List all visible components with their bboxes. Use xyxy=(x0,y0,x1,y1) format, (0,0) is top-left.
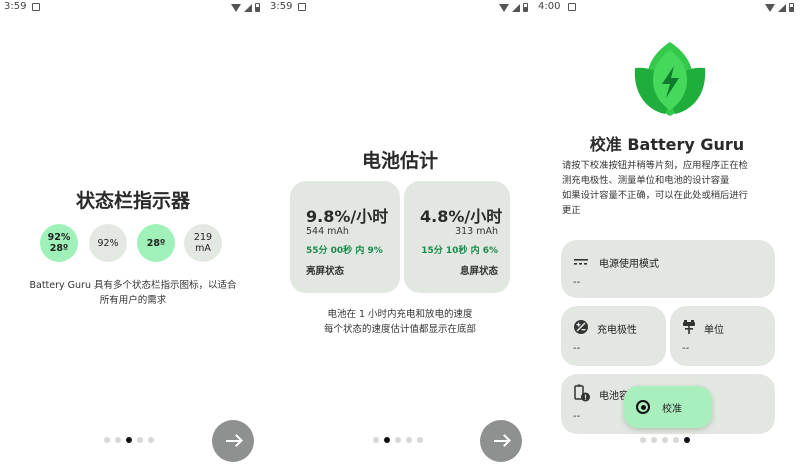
power-mode-icon xyxy=(574,259,588,265)
description-line: 每个状态的速度估计值都显示在底部 xyxy=(323,324,476,335)
page-dot xyxy=(137,437,143,443)
polarity-icon xyxy=(574,320,588,334)
status-bar: 3:59 xyxy=(266,0,534,16)
tile-label: 电源使用模式 xyxy=(599,259,659,270)
signal-icon xyxy=(244,3,252,12)
page-indicator xyxy=(373,437,423,443)
page-description: 请按下校准按钮并稍等片刻，应用程序正在检 测充电极性、测量单位和电池的设计容量 … xyxy=(562,158,788,218)
notification-icon xyxy=(298,3,306,11)
mah-value: 313 mAh xyxy=(455,226,498,237)
arrow-right-icon xyxy=(226,440,240,442)
tile-value: -- xyxy=(573,343,581,354)
page-dot xyxy=(417,437,423,443)
page-indicator xyxy=(104,437,154,443)
status-time: 4:00 xyxy=(538,1,561,12)
page-dot xyxy=(115,437,121,443)
next-button[interactable] xyxy=(480,420,522,462)
unit-icon xyxy=(683,320,695,334)
description-line: 如果设计容量不正确，可以在此处或稍后进行 xyxy=(562,190,748,201)
status-time: 3:59 xyxy=(270,1,293,12)
state-label: 息屏状态 xyxy=(459,266,498,277)
onboarding-screen-status-bar: 3:59 状态栏指示器 92% 28º 92% 28º 219 mA Batte… xyxy=(0,0,266,469)
page-description: 电池在 1 小时内充电和放电的速度 每个状态的速度估计值都显示在底部 xyxy=(276,307,524,337)
indicator-temp: 28º xyxy=(137,224,175,262)
tile-value: -- xyxy=(573,411,581,422)
battery-guru-logo xyxy=(634,42,706,116)
tile-power-mode[interactable]: 电源使用模式 -- xyxy=(561,240,775,298)
page-dot xyxy=(640,437,646,443)
page-dot xyxy=(662,437,668,443)
description-line: Battery Guru 具有多个状态栏指示图标，以适合 xyxy=(29,280,237,291)
tile-label: 充电极性 xyxy=(597,325,637,336)
page-dot xyxy=(148,437,154,443)
page-description: Battery Guru 具有多个状态栏指示图标，以适合 所有用户的需求 xyxy=(10,278,256,308)
page-title: 状态栏指示器 xyxy=(75,190,190,212)
tile-value: -- xyxy=(682,343,690,354)
signal-icon xyxy=(778,3,786,12)
battery-icon xyxy=(789,3,794,12)
status-bar: 3:59 xyxy=(0,0,266,16)
notification-icon xyxy=(568,3,576,11)
page-dot xyxy=(104,437,110,443)
battery-capacity-icon xyxy=(574,384,590,402)
calibrate-label: 校准 xyxy=(662,403,682,415)
indicator-line: 28º xyxy=(49,243,69,254)
description-line: 请按下校准按钮并稍等片刻，应用程序正在检 xyxy=(562,160,748,171)
discharge-rate: 9.8%/小时 xyxy=(306,207,389,226)
wifi-icon xyxy=(499,3,509,12)
page-dot xyxy=(673,437,679,443)
target-icon xyxy=(636,400,650,414)
calibrate-button[interactable]: 校准 xyxy=(624,386,712,428)
state-label: 亮屏状态 xyxy=(306,266,345,277)
indicator-line: 28º xyxy=(146,237,166,249)
battery-icon xyxy=(255,3,260,12)
battery-icon xyxy=(523,3,528,12)
tile-label: 单位 xyxy=(704,325,724,336)
duration-value: 55分 00秒 内 9% xyxy=(306,246,383,256)
mah-value: 544 mAh xyxy=(306,226,349,237)
tile-value: -- xyxy=(573,277,581,288)
indicator-line: 219 xyxy=(193,232,213,243)
description-line: 电池在 1 小时内充电和放电的速度 xyxy=(327,309,473,320)
page-indicator xyxy=(640,437,690,443)
indicator-line: mA xyxy=(195,243,211,254)
indicator-percent: 92% xyxy=(89,224,127,262)
description-line: 测充电极性、测量单位和电池的设计容量 xyxy=(562,175,730,186)
duration-value: 15分 10秒 内 6% xyxy=(421,246,498,256)
page-title: 电池估计 xyxy=(361,150,438,172)
page-dot xyxy=(373,437,379,443)
indicator-percent-temp: 92% 28º xyxy=(40,224,78,262)
indicator-current: 219 mA xyxy=(184,224,222,262)
next-button[interactable] xyxy=(212,420,254,462)
indicator-line: 92% xyxy=(47,232,71,243)
notification-icon xyxy=(32,3,40,11)
estimate-card-screen-on: 9.8%/小时 544 mAh 55分 00秒 内 9% 亮屏状态 xyxy=(290,181,400,293)
page-dot xyxy=(406,437,412,443)
page-dot xyxy=(395,437,401,443)
description-line: 所有用户的需求 xyxy=(99,295,167,306)
signal-icon xyxy=(512,3,520,12)
status-bar: 4:00 xyxy=(534,0,800,16)
wifi-icon xyxy=(231,3,241,12)
page-title: 校准 Battery Guru xyxy=(589,135,745,154)
status-time: 3:59 xyxy=(4,1,27,12)
description-line: 更正 xyxy=(562,205,581,216)
arrow-right-icon xyxy=(494,440,508,442)
page-dot-active xyxy=(684,437,690,443)
page-dot-active xyxy=(384,437,390,443)
tile-polarity[interactable]: 充电极性 -- xyxy=(561,306,666,366)
page-dot-active xyxy=(126,437,132,443)
wifi-icon xyxy=(765,3,775,12)
estimate-card-screen-off: 4.8%/小时 313 mAh 15分 10秒 内 6% 息屏状态 xyxy=(404,181,510,293)
indicator-line: 92% xyxy=(97,237,119,249)
page-dot xyxy=(651,437,657,443)
tile-unit[interactable]: 单位 -- xyxy=(670,306,775,366)
onboarding-screen-estimates: 3:59 电池估计 9.8%/小时 544 mAh 55分 00秒 内 9% 亮… xyxy=(266,0,534,469)
discharge-rate: 4.8%/小时 xyxy=(420,207,503,226)
